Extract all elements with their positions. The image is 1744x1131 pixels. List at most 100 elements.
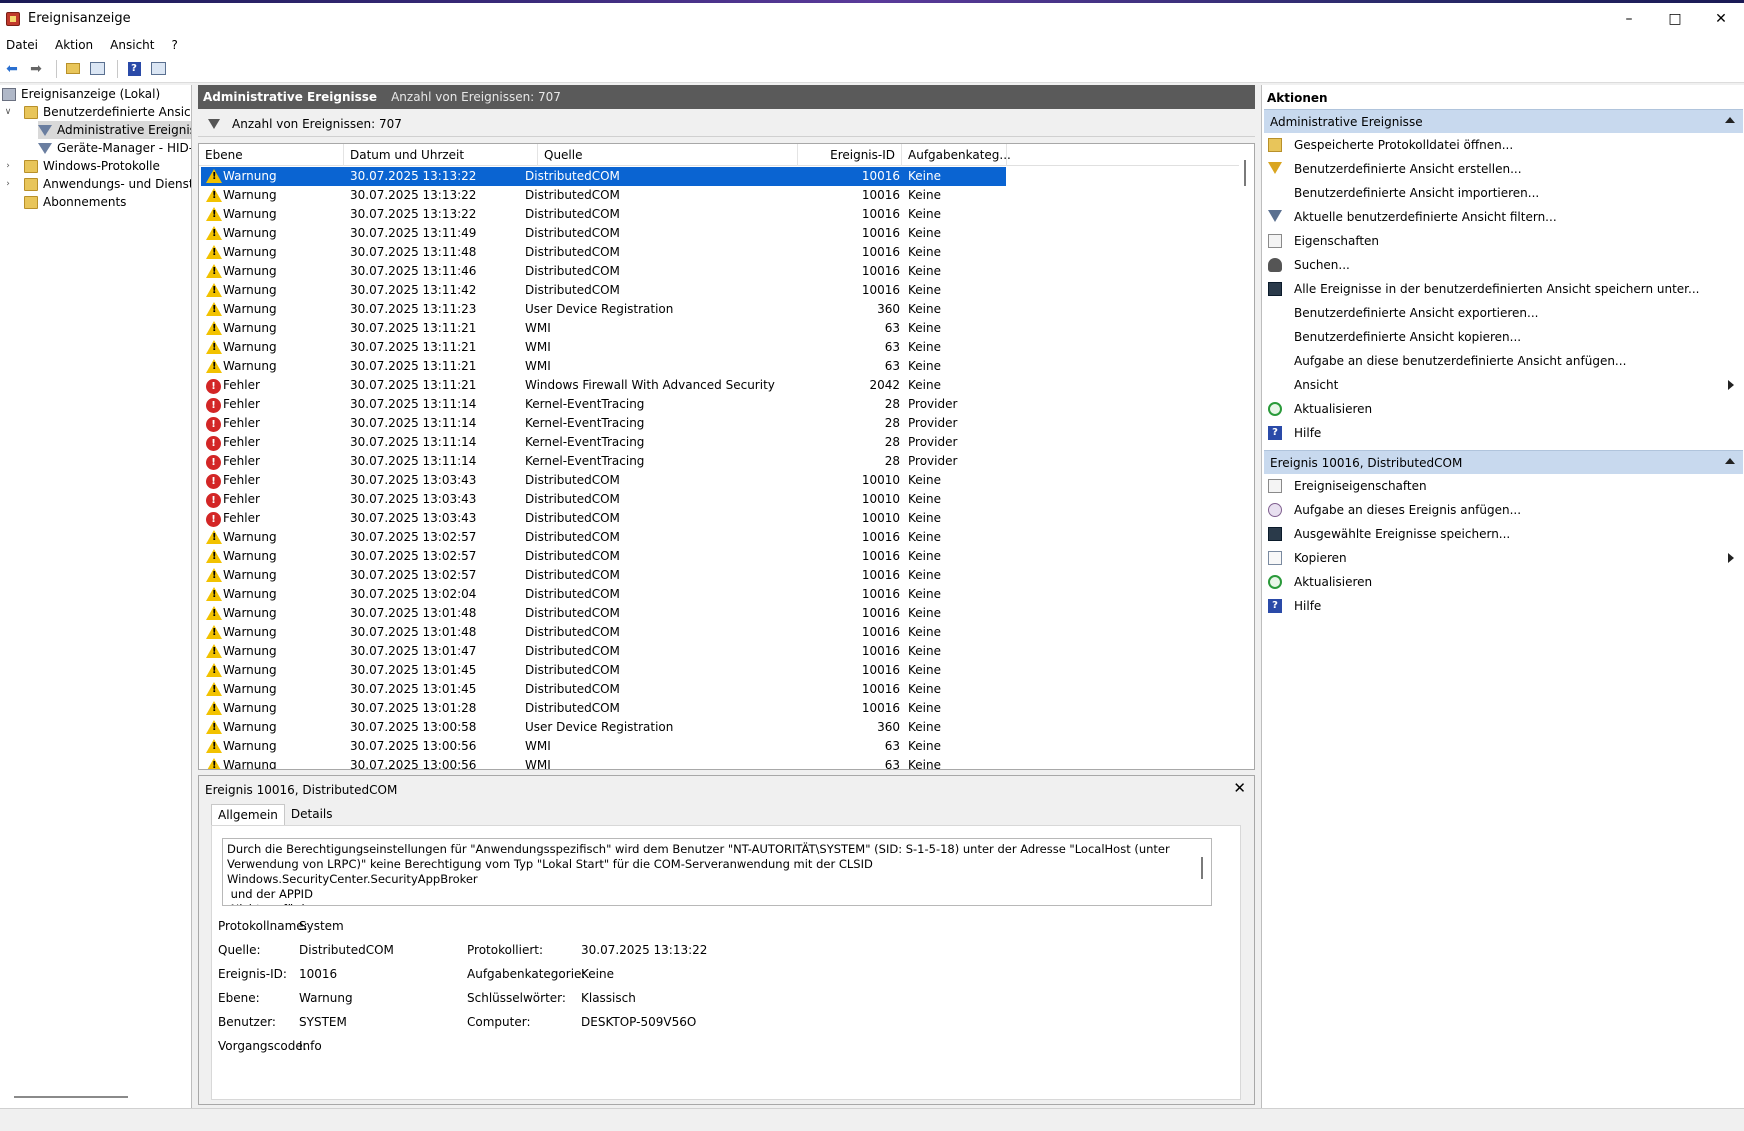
- table-row[interactable]: Warnung 30.07.2025 13:01:28 DistributedCOM…: [201, 699, 1006, 718]
- action-item[interactable]: Ansicht: [1262, 374, 1742, 396]
- back-arrow-icon[interactable]: ⬅: [2, 59, 22, 79]
- action-item[interactable]: Eigenschaften: [1262, 230, 1742, 252]
- column-source[interactable]: Quelle: [538, 144, 798, 166]
- table-header: Ebene Datum und Uhrzeit Quelle Ereignis-…: [199, 144, 1239, 166]
- table-row[interactable]: ! Fehler 30.07.2025 13:11:14 Kernel-EventTr…: [201, 414, 1006, 433]
- column-event-id[interactable]: Ereignis-ID: [798, 144, 902, 166]
- table-row[interactable]: Warnung 30.07.2025 13:01:48 DistributedCOM…: [201, 604, 1006, 623]
- table-row[interactable]: Warnung 30.07.2025 13:11:42 DistributedCOM…: [201, 281, 1006, 300]
- action-item[interactable]: Kopieren: [1262, 547, 1742, 569]
- actions-section-header[interactable]: Administrative Ereignisse: [1264, 109, 1743, 133]
- table-row[interactable]: Warnung 30.07.2025 13:11:49 DistributedCOM…: [201, 224, 1006, 243]
- action-item[interactable]: Benutzerdefinierte Ansicht kopieren...: [1262, 326, 1742, 348]
- table-row[interactable]: Warnung 30.07.2025 13:11:48 DistributedCOM…: [201, 243, 1006, 262]
- chevron-down-icon[interactable]: ∨: [2, 107, 14, 117]
- cell-date: 30.07.2025 13:03:43: [350, 492, 477, 506]
- table-row[interactable]: Warnung 30.07.2025 13:02:57 DistributedCOM…: [201, 528, 1006, 547]
- table-row[interactable]: Warnung 30.07.2025 13:00:56 WMI 63 Keine: [201, 756, 1006, 769]
- table-row[interactable]: ! Fehler 30.07.2025 13:11:14 Kernel-EventTr…: [201, 452, 1006, 471]
- action-item[interactable]: Benutzerdefinierte Ansicht exportieren..…: [1262, 302, 1742, 324]
- show-tree-icon[interactable]: [87, 59, 107, 79]
- menu-ansicht[interactable]: Ansicht: [110, 38, 154, 52]
- tree-scrollbar[interactable]: [14, 1096, 128, 1098]
- close-icon[interactable]: ✕: [1233, 779, 1246, 797]
- show-action-pane-icon[interactable]: [148, 59, 168, 79]
- tree-item-label: Geräte-Manager - HID-konforme Maus: [57, 141, 191, 155]
- action-item[interactable]: Aktualisieren: [1262, 398, 1742, 420]
- table-row[interactable]: Warnung 30.07.2025 13:02:57 DistributedCOM…: [201, 547, 1006, 566]
- cell-date: 30.07.2025 13:01:45: [350, 663, 477, 677]
- table-row[interactable]: Warnung 30.07.2025 13:02:04 DistributedCOM…: [201, 585, 1006, 604]
- table-row[interactable]: ! Fehler 30.07.2025 13:03:43 DistributedCOM…: [201, 471, 1006, 490]
- table-row[interactable]: Warnung 30.07.2025 13:01:48 DistributedCOM…: [201, 623, 1006, 642]
- label-event-id: Ereignis-ID:: [218, 967, 287, 981]
- label-log-name: Protokollname:: [218, 919, 308, 933]
- tree-item-administrative-events[interactable]: Administrative Ereignisse: [38, 121, 191, 139]
- action-item[interactable]: Aufgabe an dieses Ereignis anfügen...: [1262, 499, 1742, 521]
- table-row[interactable]: Warnung 30.07.2025 13:13:22 DistributedCOM…: [201, 205, 1006, 224]
- open-folder-icon[interactable]: [63, 59, 83, 79]
- collapse-icon[interactable]: [1725, 117, 1735, 123]
- maximize-button[interactable]: □: [1652, 3, 1698, 34]
- tab-general[interactable]: Allgemein: [211, 804, 285, 826]
- action-item[interactable]: Gespeicherte Protokolldatei öffnen...: [1262, 134, 1742, 156]
- table-row[interactable]: ! Fehler 30.07.2025 13:03:43 DistributedCOM…: [201, 490, 1006, 509]
- action-item[interactable]: Benutzerdefinierte Ansicht erstellen...: [1262, 158, 1742, 180]
- close-button[interactable]: ✕: [1698, 3, 1744, 34]
- action-item[interactable]: ? Hilfe: [1262, 422, 1742, 444]
- table-row[interactable]: Warnung 30.07.2025 13:00:58 User Device Re…: [201, 718, 1006, 737]
- tab-details[interactable]: Details: [285, 804, 339, 826]
- table-row[interactable]: Warnung 30.07.2025 13:11:21 WMI 63 Keine: [201, 338, 1006, 357]
- table-row[interactable]: Warnung 30.07.2025 13:01:45 DistributedCOM…: [201, 680, 1006, 699]
- table-row[interactable]: Warnung 30.07.2025 13:13:22 DistributedCOM…: [201, 186, 1006, 205]
- chevron-right-icon[interactable]: ›: [2, 161, 14, 171]
- minimize-button[interactable]: –: [1606, 3, 1652, 34]
- column-date[interactable]: Datum und Uhrzeit: [344, 144, 538, 166]
- table-row[interactable]: ! Fehler 30.07.2025 13:11:14 Kernel-EventTr…: [201, 433, 1006, 452]
- cell-event-id: 10016: [861, 188, 900, 202]
- help-icon[interactable]: ?: [124, 59, 144, 79]
- table-row[interactable]: Warnung 30.07.2025 13:11:23 User Device Re…: [201, 300, 1006, 319]
- tree-item-custom-views[interactable]: ∨ Benutzerdefinierte Ansichten: [2, 103, 191, 121]
- event-message[interactable]: Durch die Berechtigungseinstellungen für…: [222, 838, 1212, 906]
- action-item[interactable]: Benutzerdefinierte Ansicht importieren..…: [1262, 182, 1742, 204]
- column-level[interactable]: Ebene: [199, 144, 344, 166]
- table-row[interactable]: Warnung 30.07.2025 13:01:47 DistributedCOM…: [201, 642, 1006, 661]
- actions-section-header[interactable]: Ereignis 10016, DistributedCOM: [1264, 450, 1743, 474]
- action-item[interactable]: ? Hilfe: [1262, 595, 1742, 617]
- action-item[interactable]: Aktualisieren: [1262, 571, 1742, 593]
- tree-item-device-manager[interactable]: Geräte-Manager - HID-konforme Maus: [38, 139, 191, 157]
- action-item-label: Benutzerdefinierte Ansicht exportieren..…: [1294, 306, 1539, 320]
- tree-item-subscriptions[interactable]: Abonnements: [14, 193, 126, 211]
- action-item[interactable]: Suchen...: [1262, 254, 1742, 276]
- chevron-right-icon[interactable]: ›: [2, 179, 14, 189]
- forward-arrow-icon[interactable]: ➡: [26, 59, 46, 79]
- table-row[interactable]: Warnung 30.07.2025 13:02:57 DistributedCOM…: [201, 566, 1006, 585]
- column-task-category[interactable]: Aufgabenkateg...: [902, 144, 1011, 166]
- menu-aktion[interactable]: Aktion: [55, 38, 93, 52]
- message-scrollbar[interactable]: [1201, 857, 1203, 879]
- tree-item-windows-logs[interactable]: › Windows-Protokolle: [2, 157, 160, 175]
- menu-datei[interactable]: Datei: [6, 38, 38, 52]
- warning-icon: [206, 302, 222, 317]
- table-row[interactable]: Warnung 30.07.2025 13:11:46 DistributedCOM…: [201, 262, 1006, 281]
- table-row[interactable]: Warnung 30.07.2025 13:11:21 WMI 63 Keine: [201, 319, 1006, 338]
- table-row[interactable]: Warnung 30.07.2025 13:11:21 WMI 63 Keine: [201, 357, 1006, 376]
- table-row[interactable]: ! Fehler 30.07.2025 13:03:43 DistributedCOM…: [201, 509, 1006, 528]
- action-item[interactable]: Aktuelle benutzerdefinierte Ansicht filt…: [1262, 206, 1742, 228]
- collapse-icon[interactable]: [1725, 458, 1735, 464]
- table-row[interactable]: Warnung 30.07.2025 13:13:22 DistributedCOM…: [201, 167, 1006, 186]
- table-row[interactable]: Warnung 30.07.2025 13:00:56 WMI 63 Keine: [201, 737, 1006, 756]
- cell-task-category: Keine: [908, 682, 941, 696]
- table-row[interactable]: Warnung 30.07.2025 13:01:45 DistributedCOM…: [201, 661, 1006, 680]
- tree-item-root[interactable]: Ereignisanzeige (Lokal): [2, 85, 160, 103]
- menu-help[interactable]: ?: [171, 38, 177, 52]
- action-item[interactable]: Aufgabe an diese benutzerdefinierte Ansi…: [1262, 350, 1742, 372]
- table-scrollbar[interactable]: [1244, 160, 1246, 186]
- action-item[interactable]: Ausgewählte Ereignisse speichern...: [1262, 523, 1742, 545]
- action-item[interactable]: Alle Ereignisse in der benutzerdefiniert…: [1262, 278, 1742, 300]
- table-row[interactable]: ! Fehler 30.07.2025 13:11:21 Windows Firewa…: [201, 376, 1006, 395]
- action-item[interactable]: Ereigniseigenschaften: [1262, 475, 1742, 497]
- table-row[interactable]: ! Fehler 30.07.2025 13:11:14 Kernel-EventTr…: [201, 395, 1006, 414]
- tree-item-app-service-logs[interactable]: › Anwendungs- und Dienstprotokolle: [2, 175, 191, 193]
